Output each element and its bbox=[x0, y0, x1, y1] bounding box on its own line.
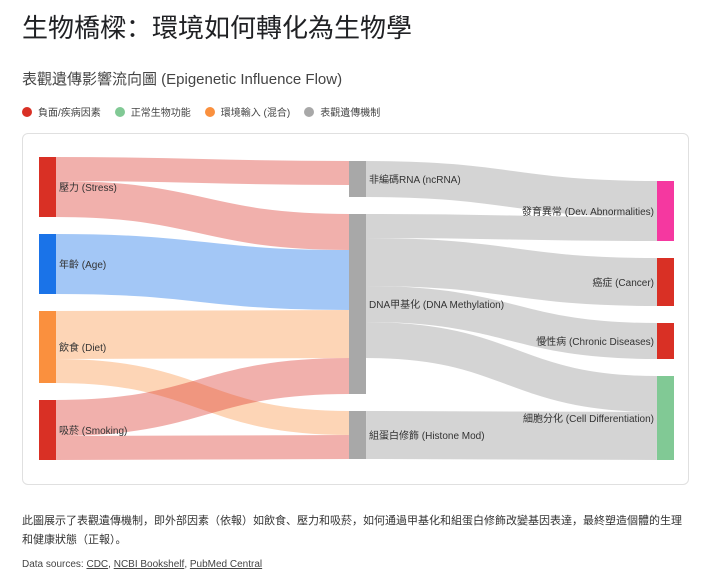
node-chronic[interactable] bbox=[657, 323, 674, 359]
legend-label: 環境輸入 (混合) bbox=[220, 108, 291, 119]
source-link-cdc[interactable]: CDC bbox=[86, 559, 108, 570]
page-title: 生物橋樑：環境如何轉化為生物學 bbox=[22, 13, 413, 43]
link-smoking-histone[interactable] bbox=[55, 435, 350, 460]
legend-item-normal: 正常生物功能 bbox=[114, 104, 191, 119]
data-sources: Data sources: CDC, NCBI Bookshelf, PubMe… bbox=[22, 559, 263, 570]
node-label-smoking: 吸菸 (Smoking) bbox=[59, 425, 127, 437]
node-dna[interactable] bbox=[349, 214, 366, 394]
link-stress-ncrna[interactable] bbox=[55, 157, 350, 185]
legend-item-negative: 負面/疾病因素 bbox=[22, 104, 101, 119]
legend-dot-icon bbox=[204, 106, 215, 117]
sources-prefix: Data sources: bbox=[22, 559, 87, 570]
node-histone[interactable] bbox=[349, 411, 366, 459]
link-stress-dna[interactable] bbox=[55, 181, 350, 250]
node-diet[interactable] bbox=[39, 311, 56, 383]
node-label-ncrna: 非編碼RNA (ncRNA) bbox=[369, 173, 461, 186]
node-cancer[interactable] bbox=[657, 258, 674, 306]
legend-dot-icon bbox=[22, 106, 32, 117]
link-diet-dna[interactable] bbox=[55, 310, 350, 359]
legend-item-mechanism: 表觀遺傳機制 bbox=[304, 104, 380, 119]
legend-label: 正常生物功能 bbox=[130, 108, 191, 119]
legend-dot-icon bbox=[304, 106, 315, 117]
description: 此圖展示了表觀遺傳機制，即外部因素（依報）如飲食、壓力和吸菸，如何通過甲基化和組… bbox=[22, 515, 682, 546]
source-link-pubmed[interactable]: PubMed Central bbox=[190, 559, 262, 570]
legend-label: 表觀遺傳機制 bbox=[320, 108, 381, 119]
node-label-age: 年齡 (Age) bbox=[59, 258, 106, 271]
node-dev[interactable] bbox=[657, 181, 674, 241]
node-label-histone: 組蛋白修飾 (Histone Mod) bbox=[369, 429, 485, 442]
node-label-dna: DNA甲基化 (DNA Methylation) bbox=[369, 298, 504, 311]
source-link-ncbi[interactable]: NCBI Bookshelf bbox=[114, 559, 185, 570]
sankey-chart: 壓力 (Stress) 年齡 (Age) 飲食 (Diet) 吸菸 (Smoking)… bbox=[39, 157, 674, 460]
node-age[interactable] bbox=[39, 234, 56, 294]
node-cell[interactable] bbox=[657, 376, 674, 460]
sankey-chart-card: 壓力 (Stress) 年齡 (Age) 飲食 (Diet) 吸菸 (Smoking)… bbox=[22, 133, 689, 485]
legend: 負面/疾病因素 正常生物功能 環境輸入 (混合) 表觀遺傳機制 bbox=[22, 104, 380, 119]
node-label-cancer: 癌症 (Cancer) bbox=[592, 276, 654, 289]
node-label-stress: 壓力 (Stress) bbox=[59, 181, 117, 194]
node-smoking[interactable] bbox=[39, 400, 56, 460]
chart-subtitle: 表觀遺傳影響流向圖 (Epigenetic Influence Flow) bbox=[22, 71, 343, 88]
link-dna-dev[interactable] bbox=[365, 214, 658, 241]
legend-item-environment: 環境輸入 (混合) bbox=[204, 104, 291, 119]
node-label-diet: 飲食 (Diet) bbox=[59, 341, 106, 354]
legend-dot-icon bbox=[114, 106, 125, 117]
node-label-cell: 細胞分化 (Cell Differentiation) bbox=[523, 412, 654, 425]
node-ncrna[interactable] bbox=[349, 161, 366, 197]
node-label-chronic: 慢性病 (Chronic Diseases) bbox=[536, 335, 654, 348]
node-stress[interactable] bbox=[39, 157, 56, 217]
legend-label: 負面/疾病因素 bbox=[38, 108, 101, 119]
node-label-dev: 發育異常 (Dev. Abnormalities) bbox=[522, 205, 654, 218]
